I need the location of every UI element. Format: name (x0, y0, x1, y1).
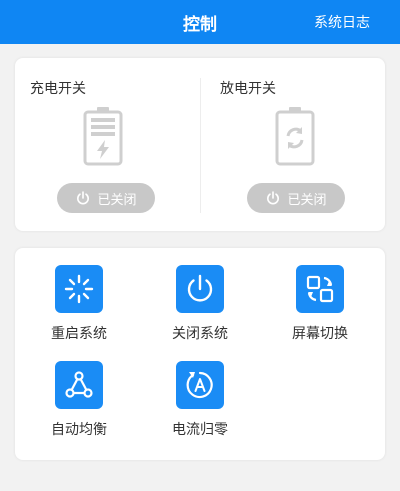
discharge-toggle-button[interactable]: 已关闭 (247, 183, 345, 213)
power-icon (77, 191, 90, 205)
switch-card: 充电开关 已关闭 放电开关 已关闭 (15, 58, 385, 231)
charge-toggle-button[interactable]: 已关闭 (57, 183, 155, 213)
charge-battery-icon (83, 107, 123, 166)
system-log-link[interactable]: 系统日志 (314, 12, 370, 32)
screen-switch-button[interactable]: 屏幕切换 (275, 265, 365, 343)
restart-system-button[interactable]: 重启系统 (34, 265, 124, 343)
auto-balance-button[interactable]: 自动均衡 (34, 361, 124, 439)
power-icon (267, 191, 280, 205)
auto-balance-icon (65, 371, 93, 398)
current-zero-icon (186, 371, 213, 399)
charge-status-text: 已关闭 (97, 192, 137, 208)
function-card: 重启系统 关闭系统 屏幕切换 自动均衡 电流归零 (15, 248, 385, 460)
current-zero-button[interactable]: 电流归零 (155, 361, 245, 439)
current-zero-label: 电流归零 (172, 422, 228, 438)
power-icon (187, 274, 213, 302)
screen-switch-label: 屏幕切换 (292, 326, 348, 342)
restart-system-label: 重启系统 (51, 326, 107, 342)
discharge-switch-label: 放电开关 (220, 81, 276, 97)
charge-switch-label: 充电开关 (30, 81, 86, 97)
shutdown-system-button[interactable]: 关闭系统 (155, 265, 245, 343)
auto-balance-label: 自动均衡 (51, 422, 107, 438)
discharge-battery-icon (275, 107, 315, 166)
screen-switch-icon (306, 275, 334, 303)
discharge-status-text: 已关闭 (287, 192, 327, 208)
restart-icon (64, 274, 94, 304)
shutdown-system-label: 关闭系统 (172, 326, 228, 342)
switch-divider (200, 78, 201, 213)
header-bar: 控制 系统日志 (0, 0, 400, 44)
